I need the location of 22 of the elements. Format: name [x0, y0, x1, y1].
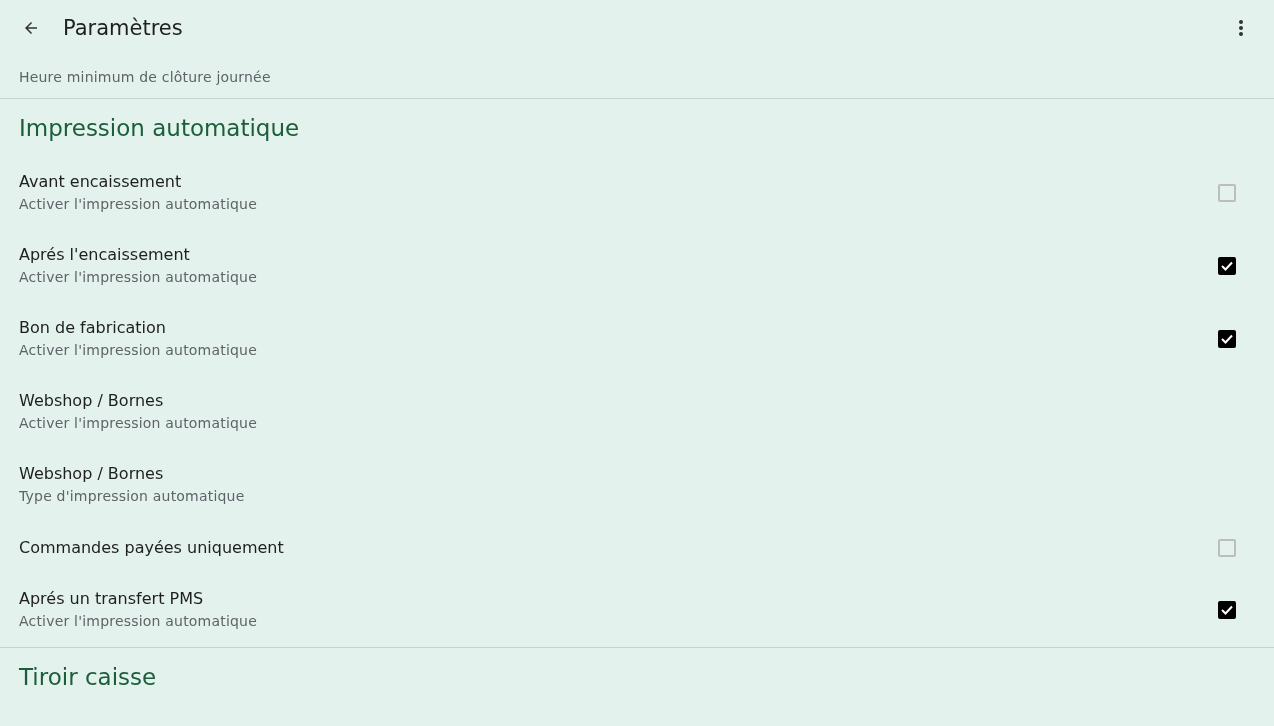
setting-subtitle: Activer l'impression automatique [19, 341, 258, 360]
setting-subtitle: Activer l'impression automatique [19, 612, 258, 631]
setting-subtitle: Activer l'impression automatique [19, 268, 258, 287]
setting-title: Webshop / Bornes [19, 390, 165, 412]
section-title: Tiroir caisse [18, 663, 158, 692]
setting-subtitle: Activer l'impression automatique [19, 195, 258, 214]
checkbox[interactable] [1218, 184, 1236, 202]
setting-title: Aprés un transfert PMS [19, 588, 205, 610]
checkbox[interactable] [1218, 539, 1236, 557]
checkbox[interactable] [1218, 601, 1236, 619]
checkbox[interactable] [1218, 257, 1236, 275]
checkbox[interactable] [1218, 330, 1236, 348]
setting-title: Avant encaissement [19, 171, 183, 193]
setting-title: Bon de fabrication [19, 317, 167, 339]
setting-title: Aprés l'encaissement [19, 244, 191, 266]
page-title: Paramètres [63, 16, 184, 40]
setting-subtitle: Activer l'impression automatique [19, 414, 258, 433]
section-title: Impression automatique [18, 114, 301, 143]
setting-title: Commandes payées uniquement [19, 537, 285, 559]
setting-subtitle: Type d'impression automatique [19, 487, 246, 506]
setting-subtitle: Heure minimum de clôture journée [19, 68, 271, 87]
setting-title: Webshop / Bornes [19, 463, 165, 485]
